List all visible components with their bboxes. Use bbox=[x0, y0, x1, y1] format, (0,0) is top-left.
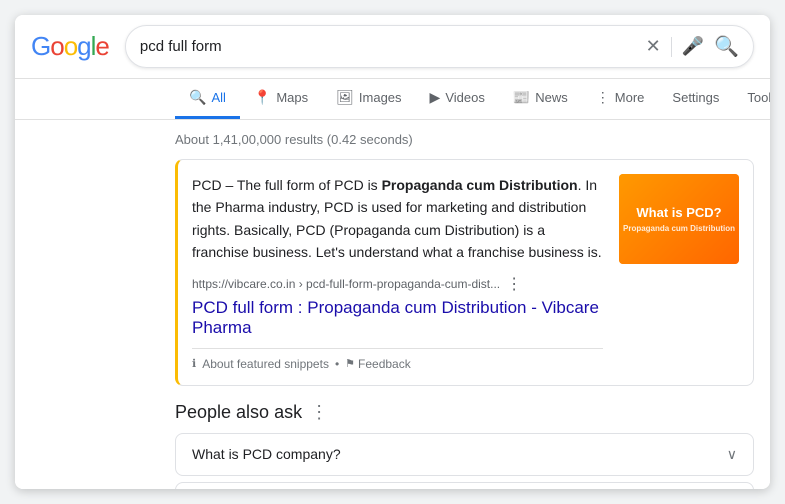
snippet-footer-icon: ℹ bbox=[192, 357, 196, 370]
maps-icon: 📍 bbox=[254, 89, 271, 106]
snippet-title-link[interactable]: PCD full form : Propaganda cum Distribut… bbox=[192, 298, 599, 337]
search-icons: ✕ 🎤 🔍 bbox=[646, 34, 739, 59]
tab-images-label: Images bbox=[359, 90, 402, 105]
paa-item-2[interactable]: What is PCD product? ∨ bbox=[175, 482, 754, 489]
snippet-image-inner: What is PCD? Propaganda cum Distribution bbox=[619, 174, 739, 264]
images-icon: 🖼 bbox=[336, 89, 354, 106]
snippet-url-row: https://vibcare.co.in › pcd-full-form-pr… bbox=[192, 274, 603, 294]
videos-icon: ▶ bbox=[430, 89, 441, 106]
feedback-icon: ⚑ bbox=[345, 357, 355, 370]
tab-videos-label: Videos bbox=[445, 90, 485, 105]
more-icon: ⋮ bbox=[596, 89, 610, 106]
tab-settings-label: Settings bbox=[672, 90, 719, 105]
snippet-feedback[interactable]: ⚑ Feedback bbox=[345, 357, 411, 371]
tab-more[interactable]: ⋮ More bbox=[582, 79, 659, 119]
search-button-icon[interactable]: 🔍 bbox=[714, 34, 739, 59]
paa-header: People also ask ⋮ bbox=[175, 402, 754, 423]
feedback-label-text: Feedback bbox=[358, 357, 411, 371]
browser-window: G o o g l e ✕ 🎤 🔍 🔍 All 📍 Maps � bbox=[15, 15, 770, 489]
snippet-description: PCD – The full form of PCD is Propaganda… bbox=[192, 174, 603, 264]
paa-question-1: What is PCD company? bbox=[192, 446, 341, 462]
tab-tools-label: Tools bbox=[747, 90, 770, 105]
result-count-text: About 1,41,00,000 results (0.42 seconds) bbox=[175, 132, 413, 147]
main-content: About 1,41,00,000 results (0.42 seconds)… bbox=[15, 120, 770, 489]
paa-header-text: People also ask bbox=[175, 402, 302, 423]
search-input[interactable] bbox=[140, 38, 638, 55]
tab-news-label: News bbox=[535, 90, 568, 105]
google-logo: G o o g l e bbox=[31, 31, 109, 62]
snippet-footer: ℹ About featured snippets • ⚑ Feedback bbox=[192, 348, 603, 371]
nav-right: Settings Tools bbox=[658, 80, 770, 118]
snippet-footer-dot: • bbox=[335, 357, 339, 371]
tab-news[interactable]: 📰 News bbox=[499, 79, 582, 119]
paa-chevron-1: ∨ bbox=[727, 446, 737, 463]
snippet-text-area: PCD – The full form of PCD is Propaganda… bbox=[192, 174, 603, 371]
tab-more-label: More bbox=[615, 90, 645, 105]
snippet-image: What is PCD? Propaganda cum Distribution bbox=[619, 174, 739, 264]
search-bar[interactable]: ✕ 🎤 🔍 bbox=[125, 25, 754, 68]
tab-maps-label: Maps bbox=[276, 90, 308, 105]
result-count: About 1,41,00,000 results (0.42 seconds) bbox=[175, 132, 754, 147]
header: G o o g l e ✕ 🎤 🔍 bbox=[15, 15, 770, 79]
paa-options-icon[interactable]: ⋮ bbox=[310, 402, 328, 423]
tab-images[interactable]: 🖼 Images bbox=[322, 79, 415, 119]
news-icon: 📰 bbox=[513, 89, 530, 106]
snippet-url: https://vibcare.co.in › pcd-full-form-pr… bbox=[192, 277, 500, 291]
tab-settings[interactable]: Settings bbox=[658, 80, 733, 118]
tab-all[interactable]: 🔍 All bbox=[175, 79, 240, 119]
snippet-image-text: What is PCD? bbox=[623, 205, 735, 222]
tab-videos[interactable]: ▶ Videos bbox=[416, 79, 499, 119]
snippet-options-icon[interactable]: ⋮ bbox=[506, 274, 522, 294]
tab-all-label: All bbox=[211, 90, 225, 105]
mic-icon[interactable]: 🎤 bbox=[682, 36, 704, 57]
snippet-image-sub: Propaganda cum Distribution bbox=[623, 224, 735, 233]
clear-icon[interactable]: ✕ bbox=[646, 36, 661, 57]
all-icon: 🔍 bbox=[189, 89, 206, 106]
snippet-footer-text: About featured snippets bbox=[202, 357, 329, 371]
tab-maps[interactable]: 📍 Maps bbox=[240, 79, 322, 119]
tab-tools[interactable]: Tools bbox=[733, 80, 770, 118]
snippet-title-text: PCD full form : Propaganda cum Distribut… bbox=[192, 298, 599, 337]
paa-item-1[interactable]: What is PCD company? ∨ bbox=[175, 433, 754, 476]
paa-section: People also ask ⋮ What is PCD company? ∨… bbox=[175, 402, 754, 489]
nav-tabs: 🔍 All 📍 Maps 🖼 Images ▶ Videos 📰 News ⋮ … bbox=[15, 79, 770, 120]
divider bbox=[671, 37, 672, 57]
featured-snippet: PCD – The full form of PCD is Propaganda… bbox=[175, 159, 754, 386]
